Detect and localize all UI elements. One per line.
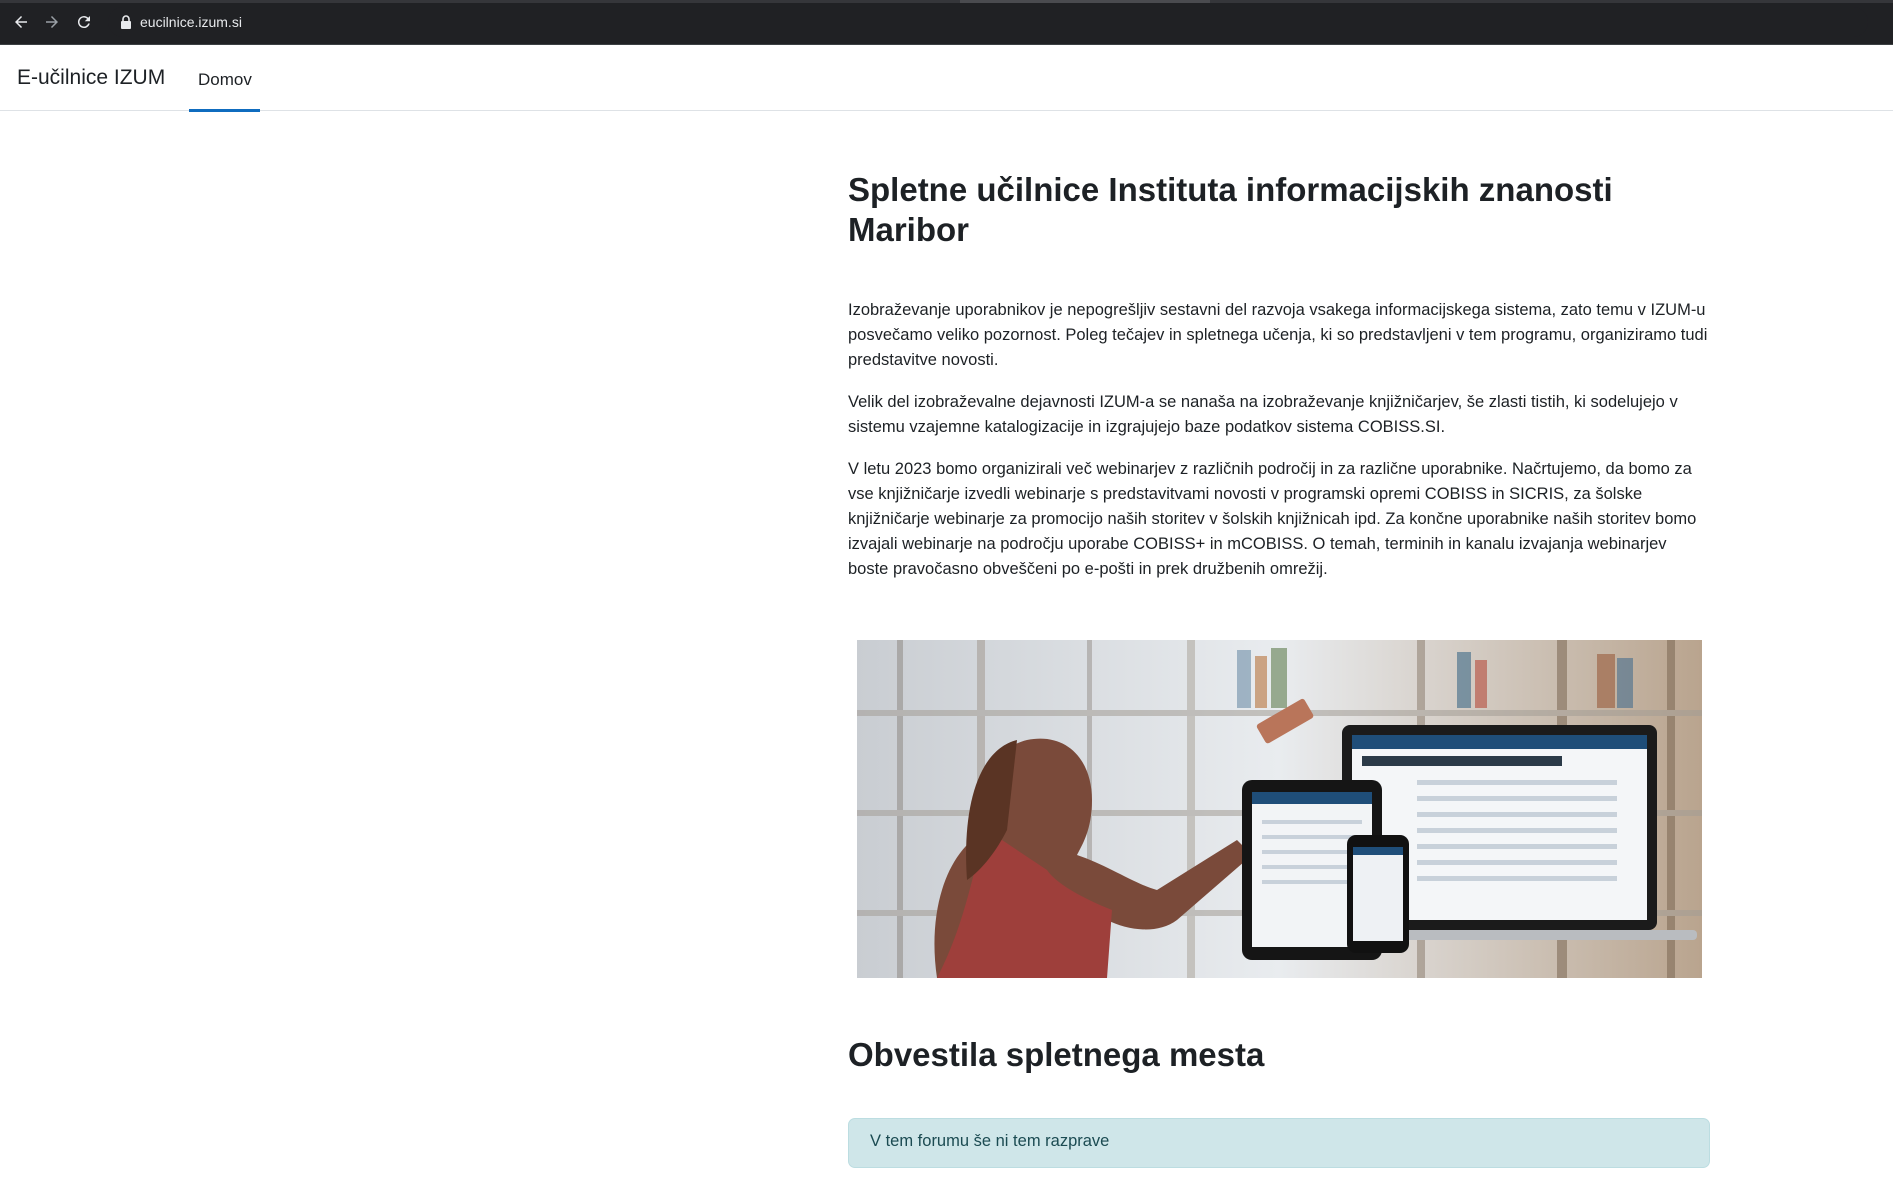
news-section-title: Obvestila spletnega mesta	[848, 1036, 1265, 1073]
reload-icon[interactable]	[72, 10, 96, 34]
back-icon[interactable]	[9, 10, 33, 34]
browser-toolbar: eucilnice.izum.si	[0, 0, 1893, 45]
address-bar[interactable]: eucilnice.izum.si	[108, 7, 1868, 37]
active-tab-indicator	[189, 109, 260, 112]
hero-image	[857, 640, 1702, 978]
main-content: Spletne učilnice Instituta informacijski…	[848, 170, 1710, 1168]
nav-item-home-label: Domov	[198, 70, 252, 89]
intro-paragraph-1: Izobraževanje uporabnikov je nepogrešlji…	[848, 301, 1708, 369]
intro-paragraph-2: Velik del izobraževalne dejavnosti IZUM-…	[848, 393, 1678, 436]
intro-paragraph-3: V letu 2023 bomo organizirali več webina…	[848, 460, 1697, 578]
site-navbar: E-učilnice IZUM Domov	[0, 45, 1893, 112]
page-title: Spletne učilnice Instituta informacijski…	[848, 171, 1613, 248]
lock-icon	[121, 15, 131, 29]
url-text[interactable]: eucilnice.izum.si	[140, 14, 242, 30]
tab-strip	[0, 0, 1893, 3]
site-brand[interactable]: E-učilnice IZUM	[17, 66, 165, 90]
forward-icon[interactable]	[40, 10, 64, 34]
nav-item-home[interactable]: Domov	[189, 45, 260, 112]
forum-empty-alert: V tem forumu še ni tem razprave	[848, 1118, 1710, 1168]
